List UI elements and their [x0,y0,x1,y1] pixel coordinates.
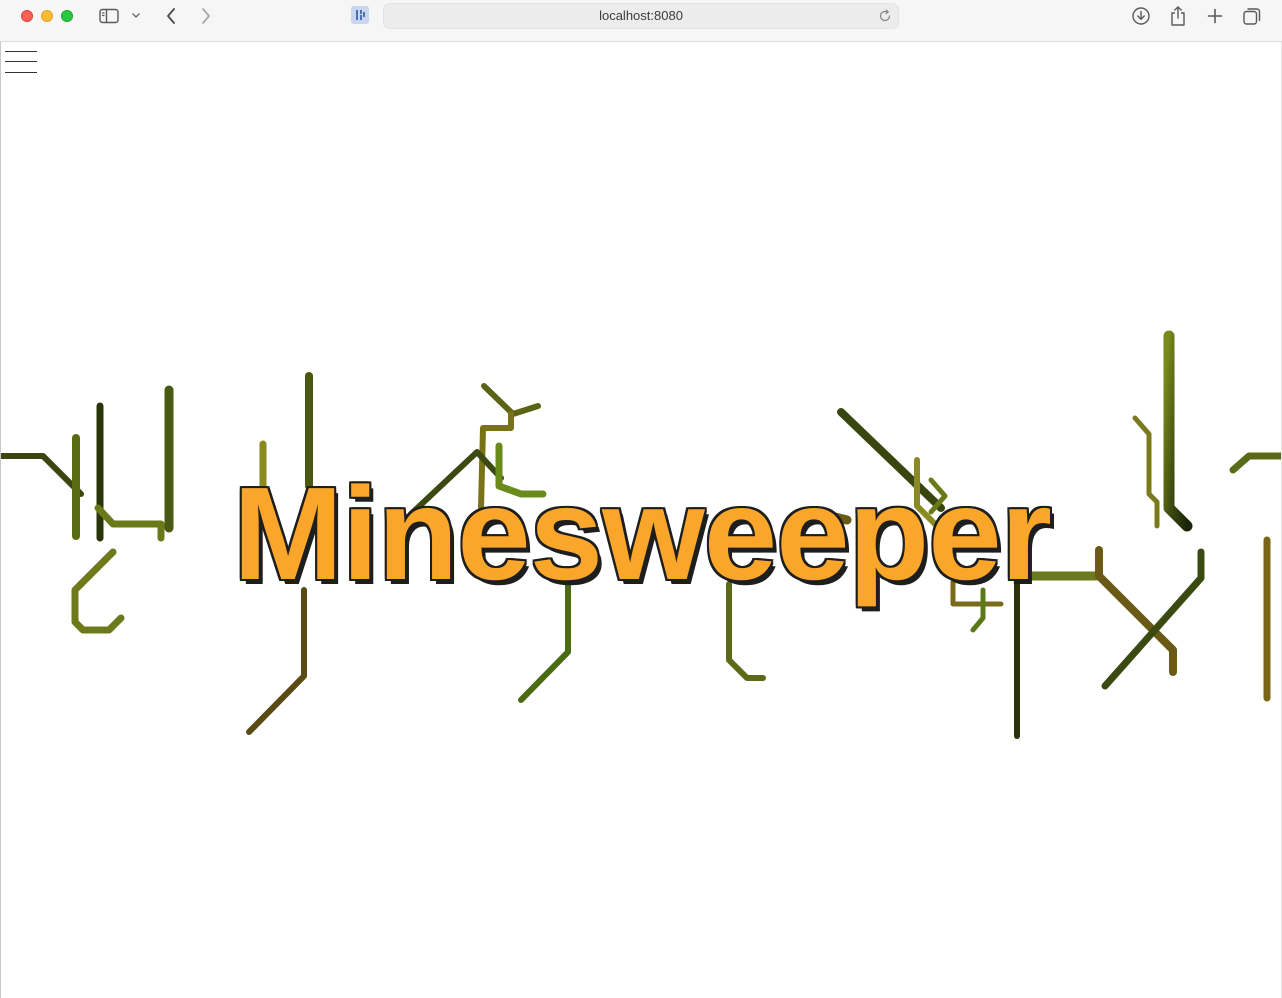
page-content: Minesweeper [0,42,1282,998]
site-favicon-icon [351,6,369,24]
hamburger-menu-icon[interactable] [5,47,38,73]
pipe-segment [481,383,541,417]
chevron-down-icon[interactable] [126,5,146,27]
forward-icon[interactable] [194,5,218,27]
page-title: Minesweeper [233,460,1052,607]
browser-toolbar: localhost:8080 [0,0,1282,42]
minimize-window-button[interactable] [41,10,53,22]
pipe-segment [246,587,307,735]
sidebar-icon[interactable] [97,5,121,27]
tabs-icon[interactable] [1240,5,1264,27]
browser-window: localhost:8080 Minesweeper [0,0,1282,998]
url-text[interactable]: localhost:8080 [384,4,898,28]
plus-icon[interactable] [1203,5,1227,27]
maximize-window-button[interactable] [61,10,73,22]
back-icon[interactable] [159,5,183,27]
close-window-button[interactable] [21,10,33,22]
download-icon[interactable] [1129,5,1153,27]
address-bar[interactable]: localhost:8080 [383,3,899,29]
reload-icon[interactable] [878,9,892,23]
share-icon[interactable] [1166,5,1190,27]
